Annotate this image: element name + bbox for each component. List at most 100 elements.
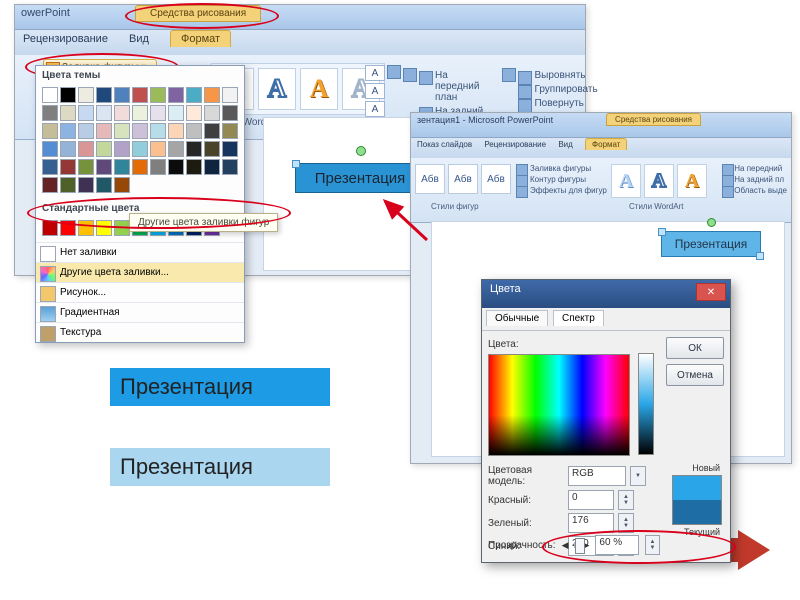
transparency-input[interactable]: 60 % — [595, 535, 639, 555]
color-swatch[interactable] — [168, 141, 184, 157]
color-swatch[interactable] — [96, 220, 112, 236]
shape-effects-button[interactable]: Эффекты для фигур — [516, 186, 607, 195]
color-spectrum-picker[interactable] — [488, 354, 630, 456]
gradient-fill-item[interactable]: Градиентная — [36, 302, 244, 322]
dropdown-icon[interactable]: ▼ — [630, 466, 646, 486]
color-swatch[interactable] — [222, 123, 238, 139]
text-fill-icon[interactable]: A — [365, 65, 385, 81]
color-swatch[interactable] — [114, 159, 130, 175]
color-swatch[interactable] — [114, 87, 130, 103]
color-swatch[interactable] — [132, 105, 148, 121]
close-button[interactable]: ✕ — [696, 283, 726, 301]
color-swatch[interactable] — [60, 105, 76, 121]
color-swatch[interactable] — [96, 87, 112, 103]
color-swatch[interactable] — [60, 123, 76, 139]
bring-to-front[interactable]: На передний — [722, 164, 787, 173]
color-swatch[interactable] — [96, 105, 112, 121]
color-swatch[interactable] — [78, 177, 94, 193]
spinner-icon[interactable]: ▲▼ — [618, 513, 634, 533]
color-swatch[interactable] — [78, 159, 94, 175]
color-swatch[interactable] — [60, 141, 76, 157]
color-swatch[interactable] — [60, 177, 76, 193]
tab-slideshow[interactable]: Показ слайдов — [417, 140, 472, 149]
color-swatch[interactable] — [186, 141, 202, 157]
no-fill-item[interactable]: Нет заливки — [36, 242, 244, 262]
wordart-style[interactable]: A — [300, 68, 338, 110]
color-swatch[interactable] — [132, 123, 148, 139]
wordart-style[interactable]: A — [677, 164, 707, 198]
color-swatch[interactable] — [204, 141, 220, 157]
tab-format[interactable]: Формат — [585, 138, 627, 150]
drawing-tools-context-tab[interactable]: Средства рисования — [135, 5, 261, 22]
wordart-style[interactable]: A — [644, 164, 674, 198]
color-swatch[interactable] — [96, 123, 112, 139]
color-swatch[interactable] — [60, 159, 76, 175]
color-swatch[interactable] — [78, 87, 94, 103]
tab-review[interactable]: Рецензирование — [23, 33, 108, 45]
color-swatch[interactable] — [186, 159, 202, 175]
color-swatch[interactable] — [42, 177, 58, 193]
selection-pane[interactable]: Область выде — [722, 186, 787, 195]
shape-style[interactable]: Абв — [481, 164, 511, 194]
rotate-handle[interactable] — [356, 146, 366, 156]
color-swatch[interactable] — [186, 105, 202, 121]
dialog-title-bar[interactable]: Цвета ✕ — [482, 280, 730, 308]
color-swatch[interactable] — [222, 87, 238, 103]
color-swatch[interactable] — [42, 105, 58, 121]
spinner-icon[interactable]: ▲▼ — [645, 535, 660, 555]
text-outline-icon[interactable]: A — [365, 83, 385, 99]
color-swatch[interactable] — [114, 220, 130, 236]
drawing-tools-context-tab[interactable]: Средства рисования — [606, 113, 701, 126]
rotate-button[interactable]: Повернуть — [518, 98, 597, 109]
color-swatch[interactable] — [60, 87, 76, 103]
tab-spectrum[interactable]: Спектр — [553, 310, 604, 326]
color-swatch[interactable] — [96, 177, 112, 193]
color-swatch[interactable] — [168, 123, 184, 139]
luminance-bar[interactable] — [638, 353, 654, 455]
ok-button[interactable]: ОК — [666, 337, 724, 359]
color-swatch[interactable] — [222, 159, 238, 175]
align-button[interactable]: Выровнять — [518, 70, 597, 81]
color-swatch[interactable] — [150, 141, 166, 157]
color-swatch[interactable] — [42, 87, 58, 103]
tab-review[interactable]: Рецензирование — [484, 140, 546, 149]
color-swatch[interactable] — [114, 141, 130, 157]
color-swatch[interactable] — [42, 159, 58, 175]
color-swatch[interactable] — [132, 159, 148, 175]
wordart-styles-gallery[interactable]: A A A — [611, 164, 707, 198]
color-swatch[interactable] — [222, 105, 238, 121]
transparency-slider[interactable] — [574, 542, 576, 548]
color-swatch[interactable] — [42, 141, 58, 157]
text-effects-icon[interactable]: A — [365, 101, 385, 117]
texture-fill-item[interactable]: Текстура — [36, 322, 244, 342]
color-swatch[interactable] — [42, 123, 58, 139]
tab-format[interactable]: Формат — [170, 30, 231, 47]
color-swatch[interactable] — [150, 123, 166, 139]
color-swatch[interactable] — [114, 177, 130, 193]
color-swatch[interactable] — [114, 123, 130, 139]
slider-left-arrow[interactable]: ◀ — [562, 540, 569, 551]
rotate-handle[interactable] — [707, 218, 716, 227]
color-swatch[interactable] — [78, 141, 94, 157]
color-swatch[interactable] — [78, 105, 94, 121]
color-swatch[interactable] — [96, 141, 112, 157]
tab-standard[interactable]: Обычные — [486, 310, 548, 326]
slider-thumb[interactable] — [575, 538, 585, 554]
color-swatch[interactable] — [150, 159, 166, 175]
selected-shape[interactable]: Презентация — [661, 231, 761, 257]
group-button[interactable]: Группировать — [518, 84, 597, 95]
color-swatch[interactable] — [204, 105, 220, 121]
color-swatch[interactable] — [150, 87, 166, 103]
red-input[interactable]: 0 — [568, 490, 614, 510]
color-swatch[interactable] — [132, 87, 148, 103]
color-swatch[interactable] — [132, 141, 148, 157]
color-swatch[interactable] — [222, 141, 238, 157]
green-input[interactable]: 176 — [568, 513, 614, 533]
send-to-back[interactable]: На задний пл — [722, 175, 787, 184]
tab-view[interactable]: Вид — [558, 140, 572, 149]
color-swatch[interactable] — [96, 159, 112, 175]
selected-shape[interactable]: Презентация — [295, 163, 425, 193]
more-fill-colors-item[interactable]: Другие цвета заливки... — [36, 262, 244, 282]
color-swatch[interactable] — [168, 105, 184, 121]
tab-view[interactable]: Вид — [129, 33, 149, 45]
